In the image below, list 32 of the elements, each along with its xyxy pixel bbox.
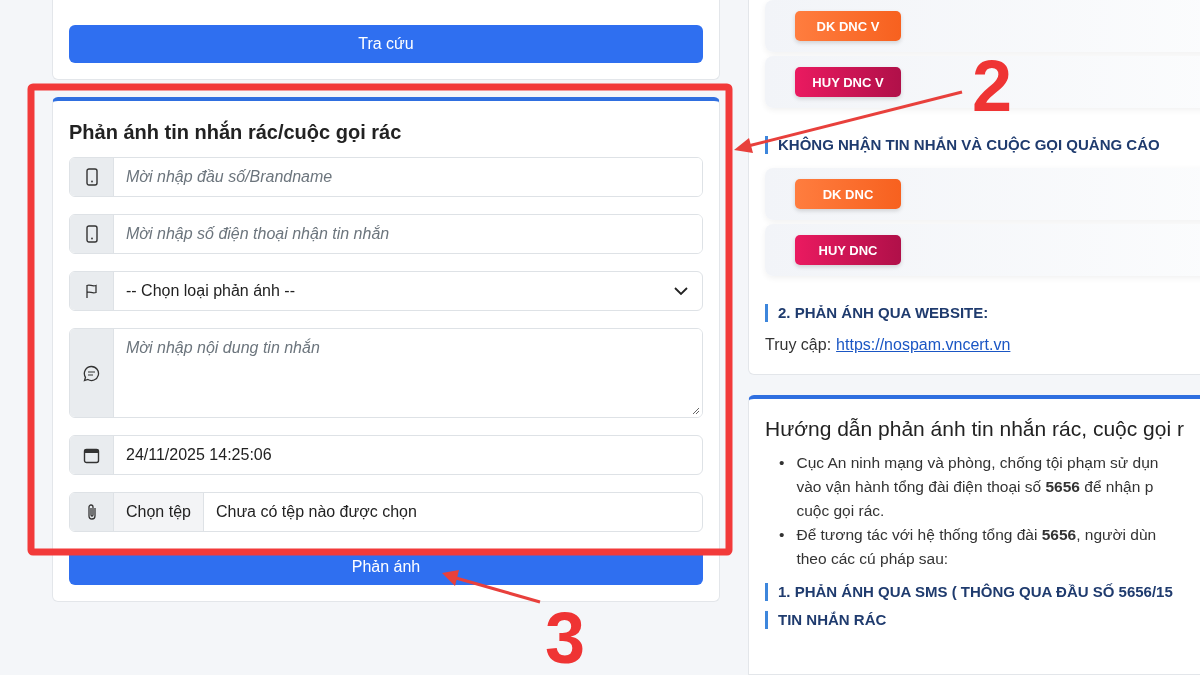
section-heading: 2. PHẢN ÁNH QUA WEBSITE:: [765, 304, 1200, 322]
bullet-marker: •: [779, 453, 785, 473]
chat-bubble-icon: [83, 364, 100, 382]
form-title: Phản ánh tin nhắn rác/cuộc gọi rác: [69, 121, 403, 144]
guide-title: Hướng dẫn phản ánh tin nhắn rác, cuộc gọi r: [765, 417, 1185, 441]
report-type-select[interactable]: -- Chọn loại phản ánh --: [69, 271, 703, 311]
visit-label: Truy cập:: [765, 336, 832, 354]
datetime-field[interactable]: 24/11/2025 14:25:06: [69, 435, 703, 475]
guide-bullet-text: Cục An ninh mạng và phòng, chống tội phạm sử dụn vào vận hành tổng đài điện thoại số 5656 để nhận p cuộc gọi rác.: [796, 453, 1159, 521]
file-status: Chưa có tệp nào được chọn: [214, 503, 418, 521]
paperclip-icon: [85, 503, 98, 521]
message-textarea[interactable]: Mời nhập nội dung tin nhắn: [69, 328, 703, 418]
choose-file-button[interactable]: Chọn tệp: [114, 493, 204, 531]
guide-bullet-text: Để tương tác với hệ thống tổng đài 5656, người dùn theo các cú pháp sau:: [796, 525, 1157, 569]
section-heading: KHÔNG NHẬN TIN NHẮN VÀ CUỘC GỌI QUẢNG CÁO: [765, 136, 1200, 154]
phone-icon: [85, 225, 98, 243]
phone-icon: [85, 168, 98, 186]
annotation-number: 2: [972, 50, 1013, 122]
section-heading: TIN NHẮN RÁC: [765, 611, 1200, 629]
chevron-down-icon: [674, 286, 688, 296]
text-field[interactable]: Mời nhập số điện thoại nhận tin nhắn: [69, 214, 703, 254]
flag-icon: [83, 283, 100, 299]
sms-command-button[interactable]: HUY DNC V: [795, 67, 901, 97]
website-link[interactable]: https://nospam.vncert.vn: [836, 336, 1011, 354]
sms-command-button[interactable]: HUY DNC: [795, 235, 901, 265]
section-heading: 1. PHẢN ÁNH QUA SMS ( THÔNG QUA ĐẦU SỐ 5656/15: [765, 583, 1200, 601]
calendar-icon: [83, 446, 100, 464]
bullet-marker: •: [779, 525, 785, 545]
lookup-button[interactable]: Tra cứu: [69, 25, 703, 63]
annotation-number: 3: [545, 602, 586, 674]
text-field[interactable]: Mời nhập đầu số/Brandname: [69, 157, 703, 197]
resize-grip-icon: [692, 407, 700, 415]
